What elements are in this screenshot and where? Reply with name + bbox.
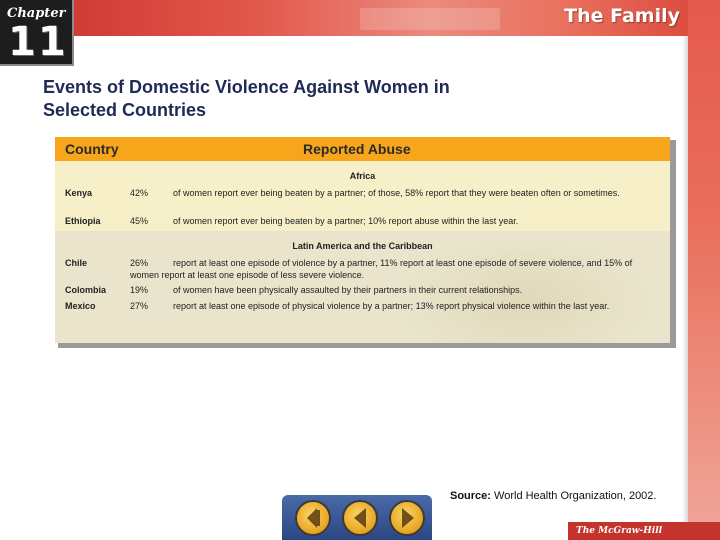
header-decoration bbox=[360, 8, 500, 30]
country-cell: Colombia bbox=[65, 285, 107, 295]
country-cell: Ethiopia bbox=[65, 216, 101, 226]
chapter-badge: Chapter 11 bbox=[0, 0, 74, 66]
region-heading-latin-america: Latin America and the Caribbean bbox=[292, 241, 433, 251]
source-label: Source: bbox=[450, 490, 491, 502]
back-button[interactable] bbox=[342, 500, 378, 536]
right-band-shadow bbox=[682, 36, 688, 540]
column-header-reported-abuse: Reported Abuse bbox=[303, 141, 411, 157]
column-header-country: Country bbox=[65, 141, 119, 157]
table-header-row: Country Reported Abuse bbox=[55, 137, 670, 161]
region-heading-africa: Africa bbox=[349, 171, 376, 181]
chapter-number: 11 bbox=[8, 19, 68, 65]
slide-title-line-2: Selected Countries bbox=[43, 100, 207, 120]
slide-title: Events of Domestic Violence Against Wome… bbox=[43, 76, 563, 122]
publisher-logo: The McGraw-Hill Companies bbox=[568, 522, 720, 540]
description-cell: of women report ever being beaten by a p… bbox=[173, 216, 519, 226]
home-button[interactable] bbox=[295, 500, 331, 536]
country-cell: Kenya bbox=[65, 188, 93, 198]
abuse-table: Country Reported Abuse Africa Kenya 42% … bbox=[55, 137, 670, 343]
slide-title-line-1: Events of Domestic Violence Against Wome… bbox=[43, 77, 450, 97]
description-cell: of women report ever being beaten by a p… bbox=[173, 188, 620, 198]
country-cell: Chile bbox=[65, 258, 88, 268]
unit-title: The Family bbox=[564, 5, 680, 27]
right-side-band bbox=[688, 0, 720, 540]
home-icon bbox=[307, 508, 320, 528]
source-text: World Health Organization, 2002. bbox=[494, 490, 657, 502]
forward-arrow-icon bbox=[402, 508, 414, 528]
country-cell: Mexico bbox=[65, 301, 96, 311]
description-cell: of women have been physically assaulted … bbox=[173, 285, 523, 295]
forward-button[interactable] bbox=[389, 500, 425, 536]
description-cell: report at least one episode of violence … bbox=[130, 258, 633, 280]
back-arrow-icon bbox=[354, 508, 366, 528]
source-citation: Source: World Health Organization, 2002. bbox=[450, 490, 656, 502]
description-cell: report at least one episode of physical … bbox=[173, 301, 610, 311]
